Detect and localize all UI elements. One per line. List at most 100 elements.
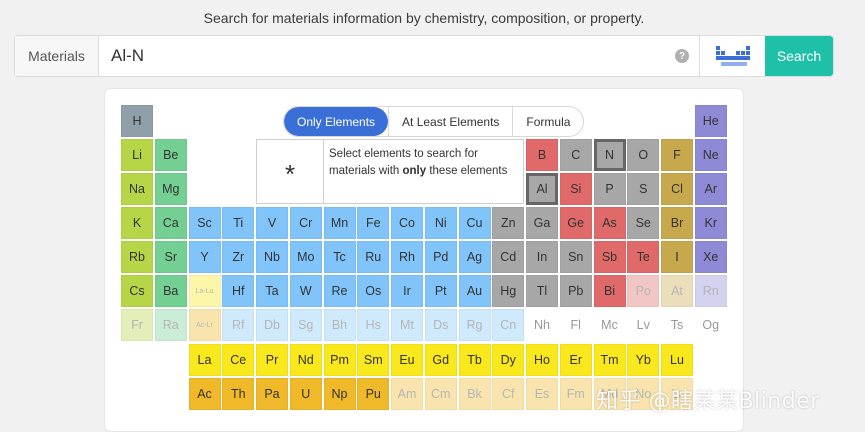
element-am[interactable]: Am (391, 378, 423, 410)
element-te[interactable]: Te (627, 241, 660, 273)
element-s[interactable]: S (627, 173, 660, 205)
element-bk[interactable]: Bk (458, 378, 491, 410)
element-li[interactable]: Li (121, 139, 153, 171)
element-tl[interactable]: Tl (526, 275, 558, 307)
element-mt[interactable]: Mt (391, 309, 423, 341)
element-xe[interactable]: Xe (694, 241, 727, 273)
element-cs[interactable]: Cs (121, 275, 153, 307)
element-nd[interactable]: Nd (289, 344, 322, 376)
element-he[interactable]: He (694, 105, 727, 137)
element-ta[interactable]: Ta (256, 275, 288, 307)
element-ac[interactable]: Ac (188, 378, 221, 410)
element-mo[interactable]: Mo (289, 241, 322, 273)
element-hg[interactable]: Hg (492, 275, 525, 307)
element-f[interactable]: F (661, 139, 693, 171)
element-si[interactable]: Si (559, 173, 592, 205)
element-h[interactable]: H (121, 105, 153, 137)
element-in[interactable]: In (526, 241, 558, 273)
element-al[interactable]: Al (526, 173, 558, 205)
element-rn[interactable]: Rn (694, 275, 727, 307)
element-n[interactable]: N (593, 139, 626, 171)
element-dy[interactable]: Dy (492, 344, 525, 376)
element-hs[interactable]: Hs (357, 309, 390, 341)
element-nh[interactable]: Nh (526, 309, 558, 341)
element-ar[interactable]: Ar (694, 173, 727, 205)
element-pd[interactable]: Pd (424, 241, 457, 273)
wildcard-element[interactable]: * (257, 140, 324, 203)
element-la-lu[interactable]: La-Lu (188, 275, 221, 307)
element-lu[interactable]: Lu (661, 344, 693, 376)
element-tm[interactable]: Tm (593, 344, 626, 376)
element-sb[interactable]: Sb (593, 241, 626, 273)
element-ce[interactable]: Ce (222, 344, 255, 376)
element-ga[interactable]: Ga (526, 207, 558, 239)
element-nb[interactable]: Nb (256, 241, 288, 273)
element-u[interactable]: U (289, 378, 322, 410)
element-mn[interactable]: Mn (323, 207, 356, 239)
element-rg[interactable]: Rg (458, 309, 491, 341)
element-na[interactable]: Na (121, 173, 153, 205)
element-cm[interactable]: Cm (424, 378, 457, 410)
element-rf[interactable]: Rf (222, 309, 255, 341)
search-input[interactable] (99, 36, 665, 76)
element-ni[interactable]: Ni (424, 207, 457, 239)
element-c[interactable]: C (559, 139, 592, 171)
element-ba[interactable]: Ba (154, 275, 187, 307)
element-hf[interactable]: Hf (222, 275, 255, 307)
element-se[interactable]: Se (627, 207, 660, 239)
element-w[interactable]: W (289, 275, 322, 307)
element-rb[interactable]: Rb (121, 241, 153, 273)
element-cf[interactable]: Cf (492, 378, 525, 410)
element-y[interactable]: Y (188, 241, 221, 273)
tab-at-least-elements[interactable]: At Least Elements (388, 107, 512, 136)
element-pa[interactable]: Pa (256, 378, 288, 410)
element-kr[interactable]: Kr (694, 207, 727, 239)
element-as[interactable]: As (593, 207, 626, 239)
element-th[interactable]: Th (222, 378, 255, 410)
element-pt[interactable]: Pt (424, 275, 457, 307)
element-cl[interactable]: Cl (661, 173, 693, 205)
element-pu[interactable]: Pu (357, 378, 390, 410)
element-zr[interactable]: Zr (222, 241, 255, 273)
element-pr[interactable]: Pr (256, 344, 288, 376)
element-sc[interactable]: Sc (188, 207, 221, 239)
element-ts[interactable]: Ts (661, 309, 693, 341)
element-og[interactable]: Og (694, 309, 727, 341)
element-mc[interactable]: Mc (593, 309, 626, 341)
element-i[interactable]: I (661, 241, 693, 273)
element-po[interactable]: Po (627, 275, 660, 307)
element-mg[interactable]: Mg (154, 173, 187, 205)
element-k[interactable]: K (121, 207, 153, 239)
element-pm[interactable]: Pm (323, 344, 356, 376)
element-b[interactable]: B (526, 139, 558, 171)
element-ge[interactable]: Ge (559, 207, 592, 239)
element-ac-lr[interactable]: Ac-Lr (188, 309, 221, 341)
element-ti[interactable]: Ti (222, 207, 255, 239)
help-button[interactable]: ? (665, 36, 699, 76)
element-au[interactable]: Au (458, 275, 491, 307)
tab-formula[interactable]: Formula (512, 107, 583, 136)
element-np[interactable]: Np (323, 378, 356, 410)
element-db[interactable]: Db (256, 309, 288, 341)
element-yb[interactable]: Yb (627, 344, 660, 376)
element-ne[interactable]: Ne (694, 139, 727, 171)
element-ra[interactable]: Ra (154, 309, 187, 341)
element-cu[interactable]: Cu (458, 207, 491, 239)
element-fm[interactable]: Fm (559, 378, 592, 410)
element-sm[interactable]: Sm (357, 344, 390, 376)
element-re[interactable]: Re (323, 275, 356, 307)
element-ho[interactable]: Ho (526, 344, 558, 376)
element-v[interactable]: V (256, 207, 288, 239)
element-at[interactable]: At (661, 275, 693, 307)
element-fe[interactable]: Fe (357, 207, 390, 239)
tab-only-elements[interactable]: Only Elements (284, 107, 389, 136)
element-ag[interactable]: Ag (458, 241, 491, 273)
element-sr[interactable]: Sr (154, 241, 187, 273)
element-es[interactable]: Es (526, 378, 558, 410)
element-fr[interactable]: Fr (121, 309, 153, 341)
element-co[interactable]: Co (391, 207, 423, 239)
element-o[interactable]: O (627, 139, 660, 171)
element-ca[interactable]: Ca (154, 207, 187, 239)
element-tc[interactable]: Tc (323, 241, 356, 273)
element-rh[interactable]: Rh (391, 241, 423, 273)
